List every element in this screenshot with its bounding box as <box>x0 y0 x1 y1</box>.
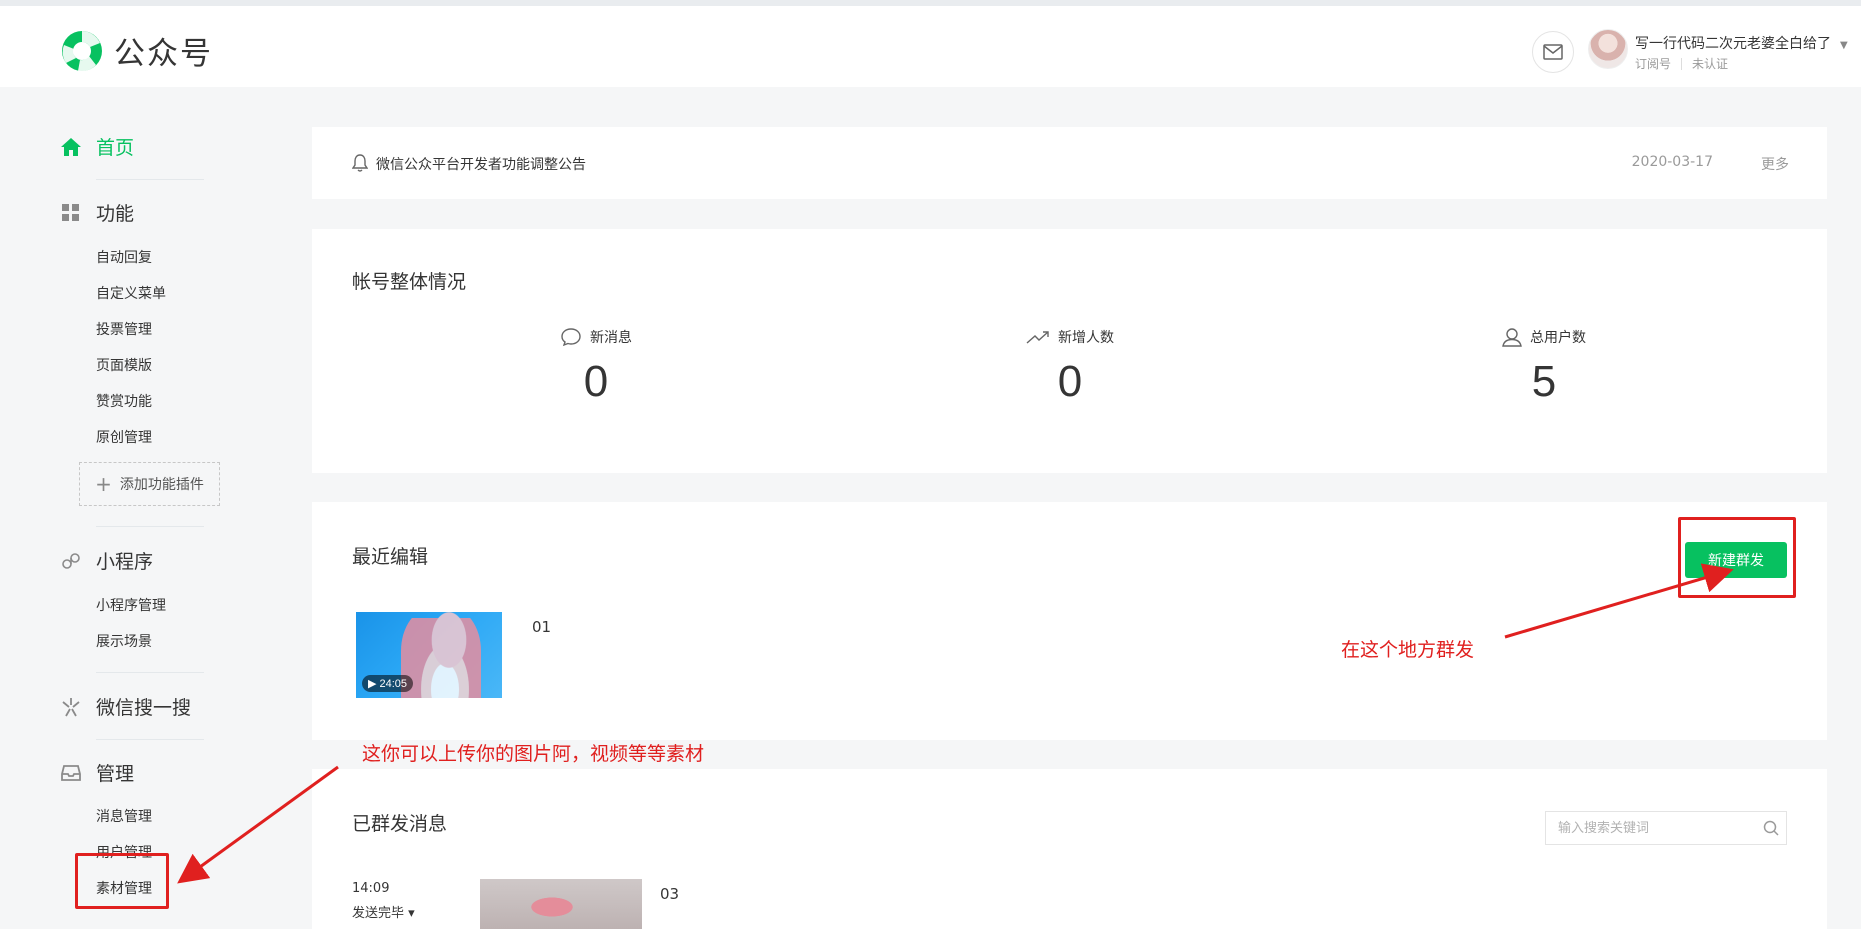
annotation-mass-send-text: 在这个地方群发 <box>1341 639 1475 661</box>
annotation-materials-text: 这你可以上传你的图片阿，视频等等素材 <box>362 743 705 765</box>
arrow-to-materials <box>177 765 339 884</box>
arrow-to-new-button <box>1504 563 1734 639</box>
annotation-arrows <box>177 563 1734 884</box>
